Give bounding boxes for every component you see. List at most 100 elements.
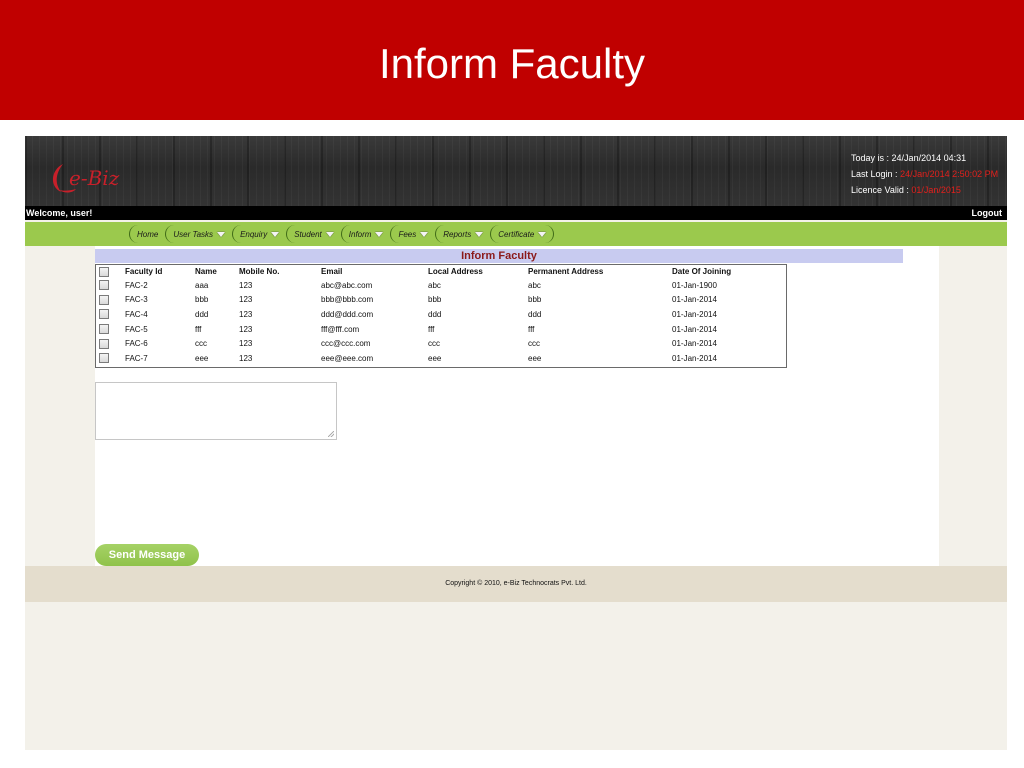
logo[interactable]: e-Biz — [47, 160, 157, 200]
table-cell: FAC-2 — [125, 280, 148, 290]
table-cell: bbb — [528, 295, 542, 305]
dropdown-arrow-icon — [325, 231, 334, 237]
dropdown-arrow-icon — [538, 231, 547, 237]
faculty-table: Faculty Id Name Mobile No. Email Local A… — [95, 264, 787, 368]
nav-item-label: Reports — [443, 229, 472, 239]
licence-value: 01/Jan/2015 — [911, 185, 961, 195]
table-row[interactable]: FAC-2 aaa 123 abc@abc.com abc abc 01-Jan-1900 — [96, 278, 786, 293]
table-cell: eee — [528, 353, 542, 363]
nav-item-fees[interactable]: Fees — [390, 225, 435, 243]
welcome-bar: Welcome, user! Logout — [25, 206, 1007, 220]
table-cell: ccc — [428, 339, 440, 349]
welcome-text: Welcome, user! — [26, 208, 93, 218]
today-row: Today is : 24/Jan/2014 04:31 — [851, 150, 998, 166]
table-cell: 123 — [239, 295, 253, 305]
table-cell: bbb — [428, 295, 442, 305]
table-cell: ccc — [528, 339, 540, 349]
table-cell: abc — [428, 280, 441, 290]
dropdown-arrow-icon — [217, 231, 226, 237]
nav-item-label: Student — [294, 229, 322, 239]
table-cell: ddd — [428, 309, 442, 319]
nav-item-home[interactable]: Home — [129, 225, 165, 243]
column-header: Faculty Id — [125, 267, 163, 276]
nav-item-certificate[interactable]: Certificate — [490, 225, 555, 243]
row-checkbox[interactable] — [99, 294, 109, 305]
table-row[interactable]: FAC-5 fff 123 fff@fff.com fff fff 01-Jan-2014 — [96, 322, 786, 337]
table-cell: fff — [528, 324, 535, 334]
table-cell: 123 — [239, 324, 253, 334]
nav-item-label: Enquiry — [240, 229, 268, 239]
row-select-cell — [96, 293, 125, 308]
last-login-label: Last Login : — [851, 169, 898, 179]
table-cell: fff — [195, 324, 202, 334]
page-heading: Inform Faculty — [95, 249, 903, 263]
row-checkbox[interactable] — [99, 309, 109, 320]
app-header: e-Biz Today is : 24/Jan/2014 04:31 Last … — [25, 136, 1007, 206]
copyright-text: Copyright © 2010, e-Biz Technocrats Pvt.… — [445, 580, 587, 587]
table-cell: aaa — [195, 280, 209, 290]
row-checkbox[interactable] — [99, 353, 109, 364]
nav-item-label: Home — [137, 229, 159, 239]
table-cell: ccc@ccc.com — [321, 339, 371, 349]
table-cell: 01-Jan-2014 — [672, 353, 717, 363]
nav-item-label: Certificate — [498, 229, 535, 239]
resize-grip-icon[interactable] — [328, 431, 334, 437]
table-row[interactable]: FAC-7 eee 123 eee@eee.com eee eee 01-Jan-2014 — [96, 351, 786, 366]
last-login-row: Last Login : 24/Jan/2014 2:50:02 PM — [851, 166, 998, 182]
table-cell: ccc — [195, 339, 207, 349]
nav-menu: Home User Tasks Enquiry Student Inform Fees Re… — [129, 225, 555, 243]
nav-item-label: Fees — [398, 229, 417, 239]
table-cell: 123 — [239, 353, 253, 363]
row-select-cell — [96, 307, 125, 322]
table-row[interactable]: FAC-6 ccc 123 ccc@ccc.com ccc ccc 01-Jan-2014 — [96, 336, 786, 351]
message-textarea[interactable] — [95, 382, 337, 440]
table-cell: FAC-5 — [125, 324, 148, 334]
row-checkbox[interactable] — [99, 280, 109, 291]
slide-title: Inform Faculty — [378, 40, 646, 87]
licence-label: Licence Valid : — [851, 185, 909, 195]
table-cell: bbb@bbb.com — [321, 295, 374, 305]
nav-item-label: Inform — [348, 229, 372, 239]
select-all-checkbox[interactable] — [99, 266, 109, 277]
table-cell: abc@abc.com — [321, 280, 373, 290]
nav-item-enquiry[interactable]: Enquiry — [232, 225, 286, 243]
column-header: Permanent Address — [528, 267, 604, 276]
nav-item-user-tasks[interactable]: User Tasks — [165, 225, 232, 243]
table-cell: FAC-4 — [125, 309, 148, 319]
table-cell: 01-Jan-2014 — [672, 295, 717, 305]
table-cell: 01-Jan-1900 — [672, 280, 717, 290]
table-row[interactable]: FAC-3 bbb 123 bbb@bbb.com bbb bbb 01-Jan-2014 — [96, 293, 786, 308]
table-cell: eee@eee.com — [321, 353, 374, 363]
column-header: Name — [195, 267, 217, 276]
table-cell: 123 — [239, 339, 253, 349]
table-cell: FAC-6 — [125, 339, 148, 349]
send-message-button[interactable]: Send Message — [95, 544, 199, 566]
table-cell: bbb — [195, 295, 209, 305]
table-cell: 01-Jan-2014 — [672, 339, 717, 349]
table-header-row: Faculty Id Name Mobile No. Email Local A… — [96, 265, 786, 278]
table-cell: FAC-3 — [125, 295, 148, 305]
table-cell: abc — [528, 280, 541, 290]
footer: Copyright © 2010, e-Biz Technocrats Pvt.… — [25, 566, 1007, 602]
app-window: e-Biz Today is : 24/Jan/2014 04:31 Last … — [25, 136, 1007, 750]
nav-item-reports[interactable]: Reports — [435, 225, 490, 243]
last-login-value: 24/Jan/2014 2:50:02 PM — [900, 169, 999, 179]
table-row[interactable]: FAC-4 ddd 123 ddd@ddd.com ddd ddd 01-Jan-2014 — [96, 307, 786, 322]
dropdown-arrow-icon — [375, 231, 384, 237]
nav-item-label: User Tasks — [173, 229, 214, 239]
row-checkbox[interactable] — [99, 324, 109, 335]
logout-link[interactable]: Logout — [972, 206, 1003, 220]
table-cell: 123 — [239, 280, 253, 290]
row-checkbox[interactable] — [99, 338, 109, 349]
today-value: 24/Jan/2014 04:31 — [891, 153, 967, 163]
table-cell: eee — [428, 353, 442, 363]
table-cell: 01-Jan-2014 — [672, 309, 717, 319]
nav-item-student[interactable]: Student — [286, 225, 341, 243]
table-cell: 123 — [239, 309, 253, 319]
nav-item-inform[interactable]: Inform — [340, 225, 391, 243]
dropdown-arrow-icon — [271, 231, 280, 237]
logo-text: e-Biz — [69, 166, 120, 190]
today-label: Today is : — [851, 153, 890, 163]
table-cell: ddd@ddd.com — [321, 309, 374, 319]
table-body: FAC-2 aaa 123 abc@abc.com abc abc 01-Jan-1900 F… — [96, 278, 786, 366]
